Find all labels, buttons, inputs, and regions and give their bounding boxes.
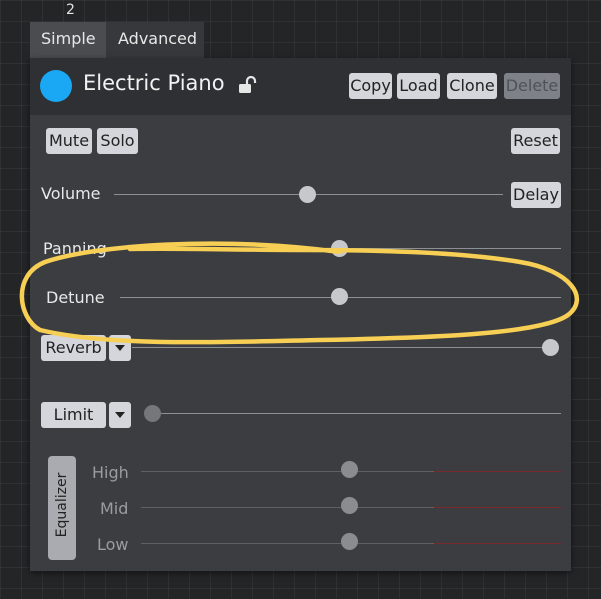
mute-button[interactable]: Mute [46,128,92,154]
copy-button[interactable]: Copy [349,73,392,99]
eq-low-slider-thumb[interactable] [341,533,358,550]
eq-mid-range-marker [434,507,561,508]
detune-label: Detune [46,288,105,307]
eq-low-slider-track[interactable] [141,543,434,544]
limit-slider-thumb[interactable] [144,405,161,422]
eq-high-slider-track[interactable] [141,471,434,472]
instrument-name: Electric Piano [83,71,225,95]
detune-slider-thumb[interactable] [331,288,348,305]
panning-slider-thumb[interactable] [331,240,348,257]
delay-button[interactable]: Delay [511,182,561,208]
track-index: 2 [66,2,75,18]
instrument-header: Electric Piano Copy Load Clone Delete [30,58,571,115]
eq-low-label: Low [97,535,129,554]
solo-button[interactable]: Solo [97,128,138,154]
reset-button[interactable]: Reset [511,128,560,154]
eq-mid-slider-thumb[interactable] [341,497,358,514]
eq-high-range-marker [434,471,561,472]
volume-slider-thumb[interactable] [299,186,316,203]
reverb-slider-track[interactable] [132,347,550,348]
reverb-button[interactable]: Reverb [41,335,106,361]
tab-advanced[interactable]: Advanced [106,22,204,58]
reverb-dropdown-button[interactable] [109,335,131,361]
eq-mid-slider-track[interactable] [141,507,434,508]
equalizer-label: Equalizer [54,472,70,538]
clone-button[interactable]: Clone [447,73,497,99]
instrument-color-dot[interactable] [40,70,72,102]
eq-high-label: High [92,463,129,482]
tab-simple[interactable]: Simple [30,22,106,58]
reverb-slider-thumb[interactable] [542,339,559,356]
equalizer-toggle[interactable]: Equalizer [48,456,76,560]
eq-high-slider-thumb[interactable] [341,461,358,478]
eq-low-range-marker [434,543,561,544]
delete-button[interactable]: Delete [504,73,560,99]
limit-slider-track[interactable] [150,413,561,414]
volume-label: Volume [41,184,101,203]
instrument-panel: Electric Piano Copy Load Clone Delete Mu… [30,58,571,571]
limit-button[interactable]: Limit [41,402,106,428]
tab-bar: Simple Advanced [30,22,204,58]
eq-mid-label: Mid [100,499,129,518]
panning-label: Panning [43,239,107,258]
load-button[interactable]: Load [397,73,440,99]
limit-dropdown-button[interactable] [109,402,131,428]
unlock-icon[interactable] [238,76,260,94]
